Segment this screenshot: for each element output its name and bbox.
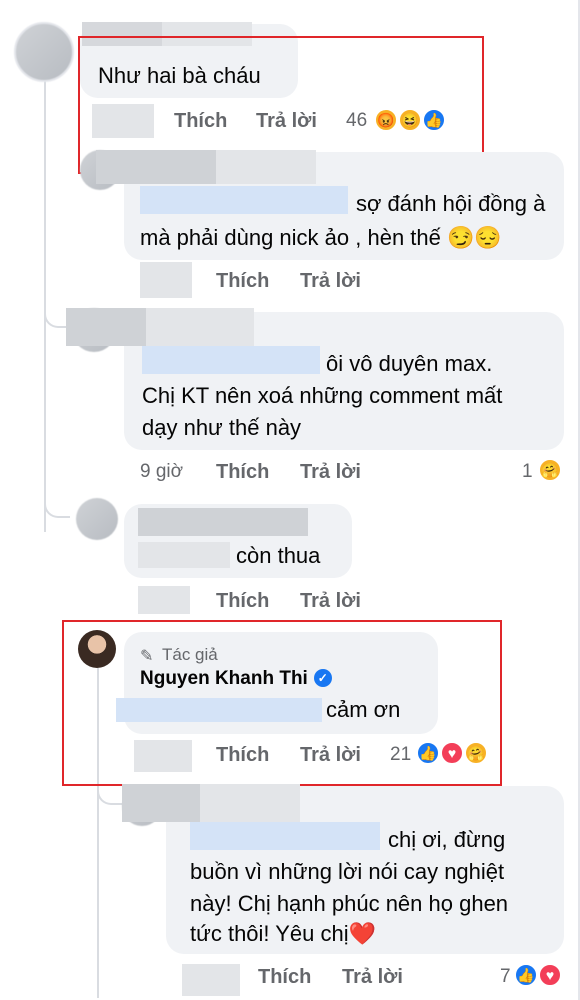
like-reaction-icon: 👍 bbox=[514, 963, 538, 987]
blurred-mention bbox=[142, 346, 320, 374]
love-reaction-icon: ♥ bbox=[538, 963, 562, 987]
blurred-name bbox=[216, 150, 316, 184]
reaction-count[interactable]: 1 bbox=[522, 461, 533, 483]
comment-text: tức thôi! Yêu chị❤️ bbox=[190, 921, 377, 946]
haha-reaction-icon: 😆 bbox=[398, 108, 422, 132]
comment-text: mà phải dùng nick ảo , hèn thế 😏😔 bbox=[140, 225, 502, 250]
comment-text: chị ơi, đừng bbox=[388, 827, 506, 852]
comment-text: sợ đánh hội đồng à bbox=[356, 191, 546, 216]
care-reaction-icon: 🤗 bbox=[464, 741, 488, 765]
care-reaction-icon: 🤗 bbox=[538, 458, 562, 482]
blurred-name bbox=[200, 784, 300, 822]
blurred-mention bbox=[190, 822, 380, 850]
avatar[interactable] bbox=[14, 22, 74, 82]
blurred-name bbox=[138, 508, 308, 536]
reaction-count[interactable]: 7 bbox=[500, 966, 511, 988]
comment-text: này! Chị hạnh phúc nên họ ghen bbox=[190, 891, 509, 916]
like-reaction-icon: 👍 bbox=[422, 108, 446, 132]
blurred-mention bbox=[138, 542, 230, 568]
avatar[interactable] bbox=[76, 498, 118, 540]
comment-text: ôi vô duyên max. bbox=[326, 351, 493, 376]
like-button[interactable]: Thích bbox=[216, 461, 269, 484]
angry-reaction-icon: 😡 bbox=[374, 108, 398, 132]
blurred-time bbox=[138, 586, 190, 614]
love-reaction-icon: ♥ bbox=[440, 741, 464, 765]
like-button[interactable]: Thích bbox=[216, 270, 269, 293]
thread-branch bbox=[44, 480, 70, 518]
comment-text: dạy như thế này bbox=[142, 415, 302, 440]
comment-text: còn thua bbox=[236, 543, 321, 568]
blurred-name bbox=[66, 308, 146, 346]
comment-text: Chị KT nên xoá những comment mất bbox=[142, 383, 503, 408]
reply-button[interactable]: Trả lời bbox=[300, 461, 361, 484]
reply-button[interactable]: Trả lời bbox=[342, 966, 403, 989]
blurred-time bbox=[140, 262, 192, 298]
reply-button[interactable]: Trả lời bbox=[300, 590, 361, 613]
blurred-time bbox=[182, 964, 240, 996]
blurred-name bbox=[122, 784, 200, 822]
blurred-name bbox=[146, 308, 254, 346]
like-reaction-icon: 👍 bbox=[416, 741, 440, 765]
comment-text: buồn vì những lời nói cay nghiệt bbox=[190, 859, 505, 884]
reply-button[interactable]: Trả lời bbox=[300, 270, 361, 293]
comment-time[interactable]: 9 giờ bbox=[140, 461, 183, 483]
like-button[interactable]: Thích bbox=[216, 590, 269, 613]
blurred-mention bbox=[140, 186, 348, 214]
like-button[interactable]: Thích bbox=[258, 966, 311, 989]
blurred-name bbox=[96, 150, 216, 184]
